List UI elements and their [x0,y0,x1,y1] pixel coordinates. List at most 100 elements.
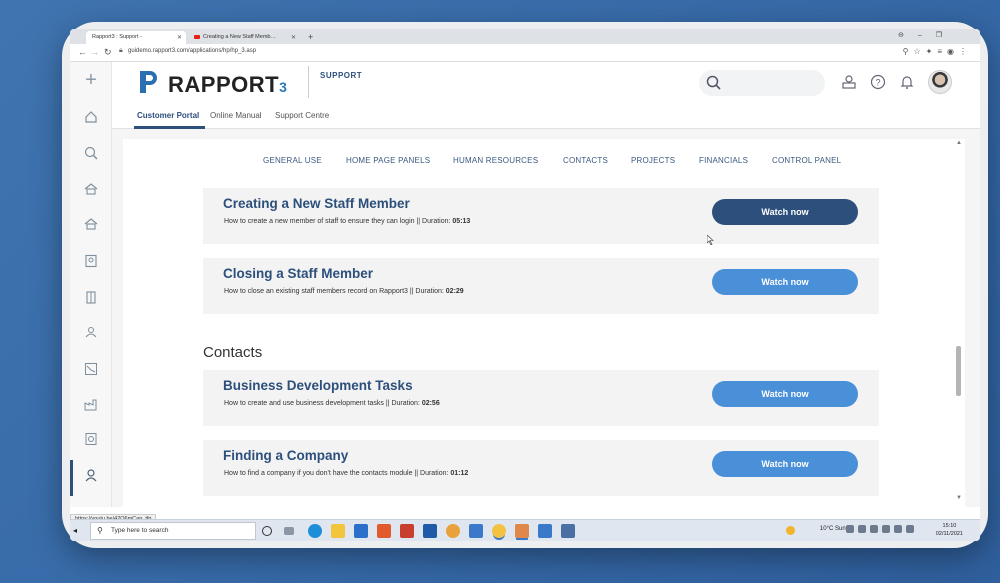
home-icon[interactable] [81,110,101,130]
video-title: Closing a Staff Member [223,266,374,281]
category-general-use[interactable]: GENERAL USE [263,156,322,165]
browser-tabstrip: Rapport3 : Support - ✕ Creating a New St… [70,29,980,44]
video-title: Business Development Tasks [223,378,413,393]
file-explorer-icon[interactable] [331,524,345,538]
browser-tab-video[interactable]: Creating a New Staff Memb… ✕ [188,31,300,44]
new-tab-button[interactable]: + [308,32,313,42]
chart-icon[interactable] [81,362,101,382]
help-icon[interactable]: ? [870,74,886,90]
app-icon[interactable] [515,524,529,538]
browser-tab-support[interactable]: Rapport3 : Support - ✕ [86,31,186,44]
reload-icon[interactable]: ↻ [104,47,112,58]
tab-customer-portal[interactable]: Customer Portal [137,111,199,120]
address-bar: ← → ↻ 🔒︎ guidemo.rapport3.com/applicatio… [70,44,980,62]
scroll-thumb[interactable] [956,346,961,396]
watch-now-button[interactable]: Watch now [712,381,858,407]
contact-card-icon[interactable] [81,254,101,274]
edge-icon[interactable] [308,524,322,538]
category-human-resources[interactable]: HUMAN RESOURCES [453,156,538,165]
clock[interactable]: 15:10 02/11/2021 [936,522,963,538]
people-icon[interactable] [81,325,101,345]
video-title: Creating a New Staff Member [223,196,410,211]
org-icon[interactable] [81,217,101,237]
search-input[interactable] [699,70,825,96]
rapport-app: + RAPPORT3 SUPPORT ? Customer Portal Onl… [70,62,980,507]
tab-label: Creating a New Staff Memb… [203,34,276,40]
category-contacts[interactable]: CONTACTS [563,156,608,165]
app-icon[interactable] [561,524,575,538]
back-icon[interactable]: ← [78,47,87,57]
word-icon[interactable] [423,524,437,538]
video-description: How to find a company if you don't have … [224,470,469,477]
app-icon[interactable] [538,524,552,538]
screen: Rapport3 : Support - ✕ Creating a New St… [70,29,980,541]
clock-time: 15:10 [942,523,957,529]
close-tab-icon[interactable]: ✕ [177,34,182,41]
watch-now-button[interactable]: Watch now [712,269,858,295]
category-financials[interactable]: FINANCIALS [699,156,748,165]
active-tab-underline [134,126,205,129]
forward-icon[interactable]: → [90,47,99,57]
svg-text:?: ? [875,78,880,88]
user-card-icon[interactable] [841,74,857,90]
watch-now-button[interactable]: Watch now [712,451,858,477]
battery-icon[interactable] [870,525,878,533]
office-icon[interactable] [377,524,391,538]
avatar[interactable] [928,70,952,94]
report-icon[interactable] [81,432,101,452]
task-view-icon[interactable] [284,527,294,535]
sidebar-active-indicator [70,460,73,496]
windows-taskbar: ◂ ⚲ Type here to search 10°C Sunny 15:10… [70,519,980,541]
video-description: How to create and use business developme… [224,400,440,407]
user-icon[interactable] [81,468,101,488]
windows-start-icon[interactable]: ◂ [73,526,77,535]
video-description: How to create a new member of staff to e… [224,218,471,225]
section-title-contacts: Contacts [203,344,263,361]
sidebar: + [70,62,112,507]
app-icon[interactable] [446,524,460,538]
category-control-panel[interactable]: CONTROL PANEL [772,156,841,165]
app-icon[interactable] [469,524,483,538]
scroll-down-icon[interactable]: ▼ [956,495,962,501]
volume-icon[interactable] [906,525,914,533]
video-title: Finding a Company [223,448,349,463]
cortana-icon[interactable] [262,526,272,536]
close-tab-icon[interactable]: ✕ [291,34,296,41]
video-description: How to close an existing staff members r… [224,288,464,295]
tab-support-centre[interactable]: Support Centre [275,111,329,120]
tab-online-manual[interactable]: Online Manual [210,111,262,120]
network-icon[interactable] [858,525,866,533]
team-icon[interactable] [81,182,101,202]
factory-icon[interactable] [81,397,101,417]
browser-toolbar-icons[interactable]: ⚲☆✦≡◉⋮ [903,47,972,56]
scroll-up-icon[interactable]: ▲ [956,140,962,146]
portal-tabs: Customer Portal Online Manual Support Ce… [112,104,980,129]
app-tray-icon[interactable] [882,525,890,533]
wifi-icon[interactable] [894,525,902,533]
lock-icon[interactable]: 🔒︎ [119,47,123,55]
outlook-icon[interactable] [354,524,368,538]
category-projects[interactable]: PROJECTS [631,156,675,165]
youtube-icon [194,34,200,39]
window-controls[interactable]: ⊖–❐ [898,31,956,39]
tab-label: Rapport3 : Support - [92,34,142,40]
watch-now-button[interactable]: Watch now [712,199,858,225]
chrome-icon[interactable] [492,524,506,538]
add-icon[interactable]: + [81,70,101,90]
header-divider [308,66,309,98]
section-label: SUPPORT [320,71,363,80]
url-field[interactable]: guidemo.rapport3.com/applications/hp/hp_… [128,48,256,54]
scrollbar[interactable]: ▲ ▼ [956,140,962,503]
system-tray-icon[interactable] [846,525,854,533]
category-home-page-panels[interactable]: HOME PAGE PANELS [346,156,430,165]
bell-icon[interactable] [899,74,915,90]
weather-icon [786,526,795,535]
search-person-icon[interactable] [81,146,101,166]
powerpoint-icon[interactable] [400,524,414,538]
logo-mark-icon [140,71,157,93]
building-icon[interactable] [81,290,101,310]
video-library: GENERAL USE HOME PAGE PANELS HUMAN RESOU… [123,139,965,507]
category-nav: GENERAL USE HOME PAGE PANELS HUMAN RESOU… [123,156,965,168]
search-icon: ⚲ [97,526,103,535]
taskbar-search-input[interactable]: ⚲ Type here to search [90,522,256,540]
